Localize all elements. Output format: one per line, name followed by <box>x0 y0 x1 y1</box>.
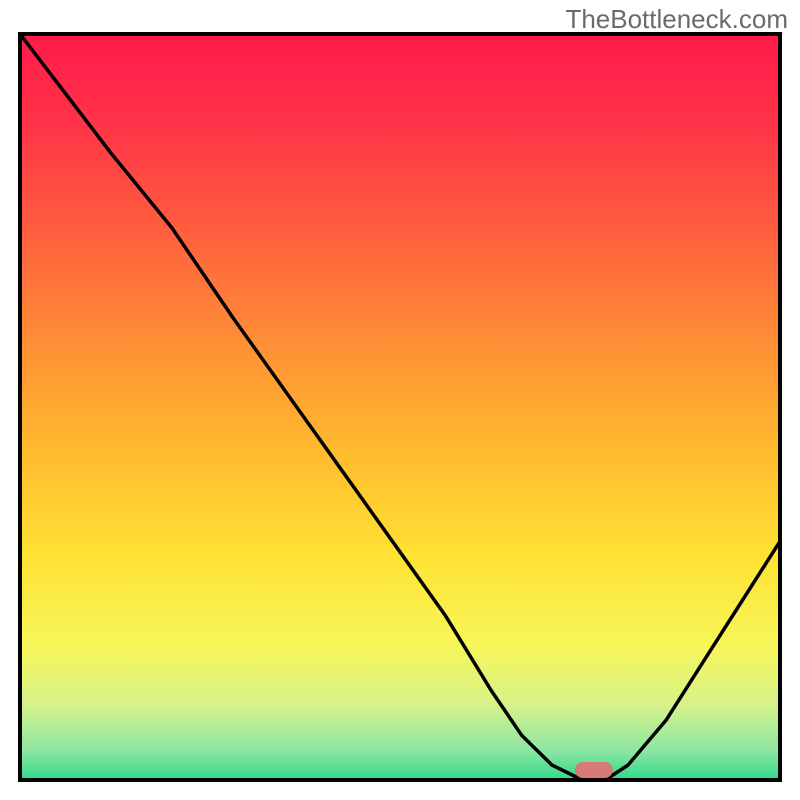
chart-svg <box>0 0 800 800</box>
optimal-range-marker <box>575 762 613 778</box>
gradient-background <box>20 34 780 780</box>
bottleneck-chart: TheBottleneck.com <box>0 0 800 800</box>
watermark-text: TheBottleneck.com <box>565 4 788 35</box>
plot-area <box>20 34 780 780</box>
